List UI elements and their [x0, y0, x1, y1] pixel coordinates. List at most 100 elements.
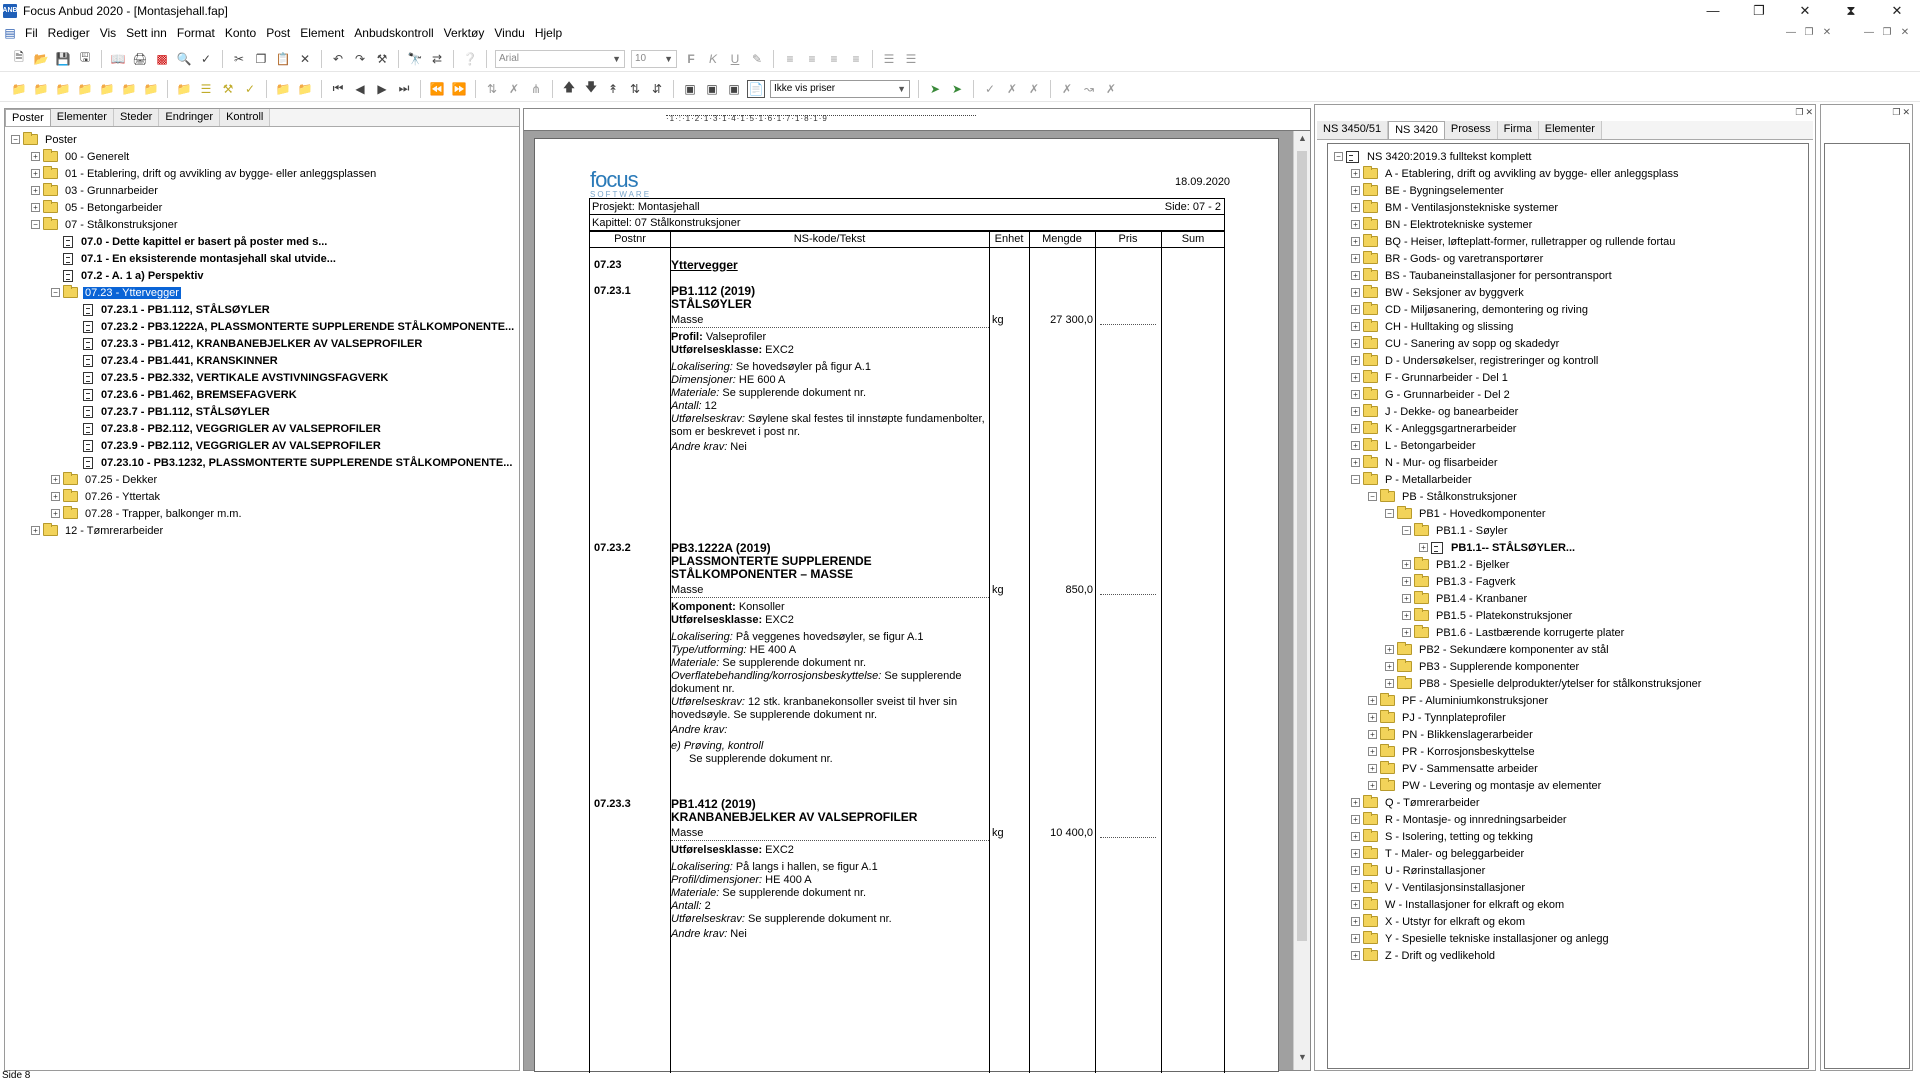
expand-icon[interactable]: + [1351, 883, 1360, 892]
expand-icon[interactable]: + [1351, 305, 1360, 314]
tool-c-icon[interactable]: ✗ [1102, 80, 1120, 98]
bold-icon[interactable]: F [682, 50, 700, 68]
expand-icon[interactable]: + [1368, 747, 1377, 756]
right-tree-node[interactable]: + PV - Sammensatte arbeider [1334, 760, 1808, 777]
view-outline-icon[interactable]: ▣ [725, 80, 743, 98]
expand-icon[interactable]: + [31, 186, 40, 195]
right-tab-0[interactable]: NS 3450/51 [1317, 121, 1389, 139]
redo-icon[interactable]: ↷ [351, 50, 369, 68]
spellcheck-icon[interactable]: ✓ [197, 50, 215, 68]
expand-icon[interactable]: + [1351, 798, 1360, 807]
left-tree-node[interactable]: +05 - Betongarbeider [11, 199, 519, 216]
right-tree-node[interactable]: + L - Betongarbeider [1334, 437, 1808, 454]
menu-item-vis[interactable]: Vis [95, 26, 121, 40]
tool-a-icon[interactable]: ✗ [1058, 80, 1076, 98]
right-tree-node[interactable]: + R - Montasje- og innredningsarbeider [1334, 811, 1808, 828]
left-tree-node[interactable]: 07.23.10 - PB3.1232, PLASSMONTERTE SUPPL… [11, 454, 519, 471]
save-icon[interactable]: 💾 [54, 50, 72, 68]
left-tree-node[interactable]: +07.28 - Trapper, balkonger m.m. [11, 505, 519, 522]
mdi2-close-icon[interactable]: ✕ [1898, 26, 1912, 38]
folder-copy-icon[interactable]: 📁 [54, 80, 72, 98]
collapse-icon[interactable]: − [1368, 492, 1377, 501]
collapse-icon[interactable]: − [31, 220, 40, 229]
expand-icon[interactable]: + [1351, 339, 1360, 348]
print-preview-icon[interactable]: 🔍 [175, 50, 193, 68]
copy-icon[interactable]: ❐ [252, 50, 270, 68]
post-tools-icon[interactable]: ⚒ [219, 80, 237, 98]
right-tree-node[interactable]: + PB2 - Sekundære komponenter av stål [1334, 641, 1808, 658]
right-tree-node[interactable]: + Y - Spesielle tekniske installasjoner o… [1334, 930, 1808, 947]
left-tree-node[interactable]: 07.23.4 - PB1.441, KRANSKINNER [11, 352, 519, 369]
menu-item-vindu[interactable]: Vindu [489, 26, 529, 40]
expand-icon[interactable]: + [1368, 713, 1377, 722]
mdi-close-icon[interactable]: ✕ [1820, 26, 1834, 38]
mdi-restore-icon[interactable]: ❐ [1802, 26, 1816, 38]
right-tree-node[interactable]: + PB8 - Spesielle delprodukter/ytelser fo… [1334, 675, 1808, 692]
right-tree-node[interactable]: + PW - Levering og montasje av elementer [1334, 777, 1808, 794]
expand-icon[interactable]: + [1402, 560, 1411, 569]
expand-icon[interactable]: + [31, 169, 40, 178]
justify-icon[interactable]: ≡ [847, 50, 865, 68]
expand-icon[interactable]: + [1351, 815, 1360, 824]
collapse-icon[interactable]: − [51, 288, 60, 297]
sort-desc-icon[interactable]: ⇵ [648, 80, 666, 98]
right-tab-1[interactable]: NS 3420 [1388, 121, 1445, 139]
menu-item-hjelp[interactable]: Hjelp [530, 26, 567, 40]
right-tree-node[interactable]: − P - Metallarbeider [1334, 471, 1808, 488]
highlight-icon[interactable]: ✎ [748, 50, 766, 68]
right-tree-node[interactable]: + CD - Miljøsanering, demontering og rivi… [1334, 301, 1808, 318]
expand-icon[interactable]: + [1351, 424, 1360, 433]
doc-menu-icon[interactable]: ▤ [2, 24, 18, 42]
left-tree-node[interactable]: 07.23.3 - PB1.412, KRANBANEBJELKER AV VA… [11, 335, 519, 352]
expand-icon[interactable]: + [1368, 764, 1377, 773]
left-tree-node[interactable]: +07.25 - Dekker [11, 471, 519, 488]
expand-icon[interactable]: + [1351, 220, 1360, 229]
left-tree-node[interactable]: 07.23.2 - PB3.1222A, PLASSMONTERTE SUPPL… [11, 318, 519, 335]
restore-icon[interactable]: ❐ [1736, 0, 1782, 21]
right-tree-node[interactable]: + BR - Gods- og varetransportører [1334, 250, 1808, 267]
right-tree-node[interactable]: + PB1.1-- STÅLSØYLER... [1334, 539, 1808, 556]
undo-icon[interactable]: ↶ [329, 50, 347, 68]
book-icon[interactable]: 📖 [109, 50, 127, 68]
left-tab-1[interactable]: Elementer [50, 109, 114, 126]
document-scrollbar[interactable]: ▲ ▼ [1293, 131, 1310, 1070]
numbered-list-icon[interactable]: ☰ [880, 50, 898, 68]
paste-icon[interactable]: 📋 [274, 50, 292, 68]
left-tree-node[interactable]: +07.26 - Yttertak [11, 488, 519, 505]
right-tree-node[interactable]: + T - Maler- og beleggarbeider [1334, 845, 1808, 862]
find-icon[interactable]: 🔭 [406, 50, 424, 68]
last-icon[interactable]: ⏭ [395, 80, 413, 98]
left-tree-node[interactable]: 07.23.7 - PB1.112, STÅLSØYLER [11, 403, 519, 420]
sort-asc-icon[interactable]: ⇅ [626, 80, 644, 98]
calc-all-icon[interactable]: ➤ [948, 80, 966, 98]
next-chapter-icon[interactable]: ⏩ [450, 80, 468, 98]
collapse-icon[interactable]: − [1402, 526, 1411, 535]
scroll-down-icon[interactable]: ▼ [1294, 1052, 1311, 1068]
right-tree-node[interactable]: + PB1.4 - Kranbaner [1334, 590, 1808, 607]
right-tree-node[interactable]: + PB1.2 - Bjelker [1334, 556, 1808, 573]
expand-icon[interactable]: + [1402, 594, 1411, 603]
help-pin-icon[interactable]: ⧗ [1828, 0, 1874, 21]
expand-icon[interactable]: + [31, 526, 40, 535]
right-tree-node[interactable]: + BS - Taubaneinstallasjoner for persontr… [1334, 267, 1808, 284]
minimize-icon[interactable]: — [1690, 0, 1736, 21]
menu-item-verktøy[interactable]: Verktøy [439, 26, 490, 40]
import-icon[interactable]: 📁 [274, 80, 292, 98]
right-tree-node[interactable]: + N - Mur- og flisarbeider [1334, 454, 1808, 471]
collapse-icon[interactable]: − [1351, 475, 1360, 484]
menu-item-fil[interactable]: Fil [20, 26, 43, 40]
expand-icon[interactable]: + [1351, 169, 1360, 178]
expand-icon[interactable]: + [1402, 628, 1411, 637]
expand-icon[interactable]: + [1385, 662, 1394, 671]
font-size-select[interactable]: 10 ▼ [631, 49, 677, 68]
format-painter-icon[interactable]: ⚒ [373, 50, 391, 68]
prev-chapter-icon[interactable]: ⏪ [428, 80, 446, 98]
expand-icon[interactable]: + [1351, 951, 1360, 960]
expand-icon[interactable]: + [51, 509, 60, 518]
left-tree-node[interactable]: 07.23.9 - PB2.112, VEGGRIGLER AV VALSEPR… [11, 437, 519, 454]
pdf-icon[interactable]: ▩ [153, 50, 171, 68]
move-up-icon[interactable]: 🡅 [560, 80, 578, 98]
expand-icon[interactable]: + [1368, 730, 1377, 739]
right-tree-node[interactable]: + PN - Blikkenslagerarbeider [1334, 726, 1808, 743]
view-normal-icon[interactable]: ▣ [681, 80, 699, 98]
